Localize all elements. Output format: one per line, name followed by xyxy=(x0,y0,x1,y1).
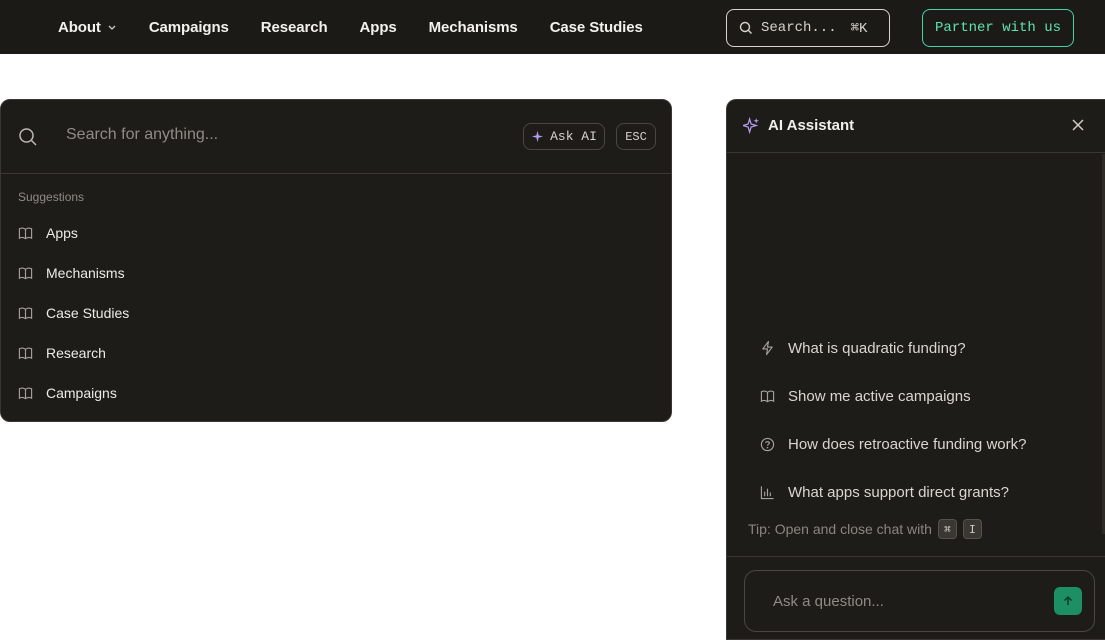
question-input[interactable]: Ask a question... xyxy=(773,593,884,610)
suggestion-label: Mechanisms xyxy=(46,265,125,281)
nav-search-button[interactable]: Search... ⌘K xyxy=(726,9,890,47)
top-nav: About Campaigns Research Apps Mechanisms… xyxy=(0,0,1105,54)
nav-link-label: Research xyxy=(260,18,328,36)
question-input-box[interactable]: Ask a question... xyxy=(744,570,1095,632)
book-icon xyxy=(18,387,33,399)
chevron-down-icon xyxy=(108,25,116,30)
book-icon xyxy=(18,347,33,359)
tip-text: Tip: Open and close chat with xyxy=(748,521,932,537)
suggested-prompts: What is quadratic funding? Show me activ… xyxy=(727,324,1105,516)
nav-link-case-studies[interactable]: Case Studies xyxy=(550,19,643,36)
suggestion-label: Campaigns xyxy=(46,385,117,401)
book-icon xyxy=(18,227,33,239)
bolt-icon xyxy=(762,340,773,356)
prompt-label: What apps support direct grants? xyxy=(788,483,1009,501)
sparkle-icon xyxy=(743,117,760,134)
search-palette: Search for anything... Ask AI ESC Sugges… xyxy=(0,99,672,422)
assistant-header: AI Assistant xyxy=(727,100,1105,153)
suggestions-list: Apps Mechanisms Case Studies Research Ca… xyxy=(1,213,671,413)
suggestion-research[interactable]: Research xyxy=(1,333,671,373)
suggestion-mechanisms[interactable]: Mechanisms xyxy=(1,253,671,293)
nav-link-label: Apps xyxy=(359,18,397,36)
nav-search-label: Search... xyxy=(761,20,837,36)
send-button[interactable] xyxy=(1054,587,1082,615)
suggestion-case-studies[interactable]: Case Studies xyxy=(1,293,671,333)
nav-link-about[interactable]: About xyxy=(58,19,117,36)
ask-ai-button[interactable]: Ask AI xyxy=(523,123,605,150)
shortcut-tip: Tip: Open and close chat with ⌘ I xyxy=(748,519,982,539)
nav-link-label: Mechanisms xyxy=(428,18,518,36)
nav-link-label: Case Studies xyxy=(549,18,643,36)
close-icon[interactable] xyxy=(1071,118,1085,132)
prompt-label: What is quadratic funding? xyxy=(788,339,966,357)
prompt-retroactive-funding[interactable]: How does retroactive funding work? xyxy=(727,420,1105,468)
nav-link-apps[interactable]: Apps xyxy=(360,19,397,36)
search-icon xyxy=(19,128,37,146)
help-circle-icon xyxy=(760,437,775,451)
ask-ai-label: Ask AI xyxy=(550,129,597,144)
bar-chart-icon xyxy=(760,485,774,499)
nav-search-shortcut: ⌘K xyxy=(850,20,868,37)
prompt-label: Show me active campaigns xyxy=(788,387,971,405)
suggestion-apps[interactable]: Apps xyxy=(1,213,671,253)
partner-button[interactable]: Partner with us xyxy=(922,9,1074,47)
ai-assistant-panel: AI Assistant What is quadratic funding? … xyxy=(726,99,1105,640)
kbd-i: I xyxy=(962,519,982,539)
palette-header: Search for anything... Ask AI ESC xyxy=(1,100,671,174)
prompt-label: How does retroactive funding work? xyxy=(788,435,1027,453)
palette-search-input[interactable]: Search for anything... xyxy=(66,126,218,144)
nav-link-label: About xyxy=(58,18,101,36)
sparkle-icon xyxy=(532,130,544,143)
esc-button[interactable]: ESC xyxy=(616,123,656,150)
arrow-up-icon xyxy=(1063,595,1073,605)
nav-link-campaigns[interactable]: Campaigns xyxy=(149,19,229,36)
suggestion-campaigns[interactable]: Campaigns xyxy=(1,373,671,413)
suggestions-heading: Suggestions xyxy=(18,190,85,204)
kbd-command: ⌘ xyxy=(937,519,957,539)
book-icon xyxy=(18,307,33,319)
prompt-active-campaigns[interactable]: Show me active campaigns xyxy=(727,372,1105,420)
nav-link-label: Campaigns xyxy=(148,18,229,36)
suggestion-label: Research xyxy=(46,345,106,361)
prompt-direct-grants[interactable]: What apps support direct grants? xyxy=(727,468,1105,516)
nav-links: About Campaigns Research Apps Mechanisms… xyxy=(58,0,675,54)
suggestion-label: Apps xyxy=(46,225,78,241)
prompt-quadratic-funding[interactable]: What is quadratic funding? xyxy=(727,324,1105,372)
assistant-footer: Ask a question... xyxy=(727,556,1105,641)
nav-link-mechanisms[interactable]: Mechanisms xyxy=(429,19,518,36)
book-icon xyxy=(18,267,33,279)
nav-link-research[interactable]: Research xyxy=(261,19,328,36)
assistant-title: AI Assistant xyxy=(768,117,855,134)
book-icon xyxy=(760,390,775,402)
search-icon xyxy=(739,21,752,34)
suggestion-label: Case Studies xyxy=(46,305,130,321)
